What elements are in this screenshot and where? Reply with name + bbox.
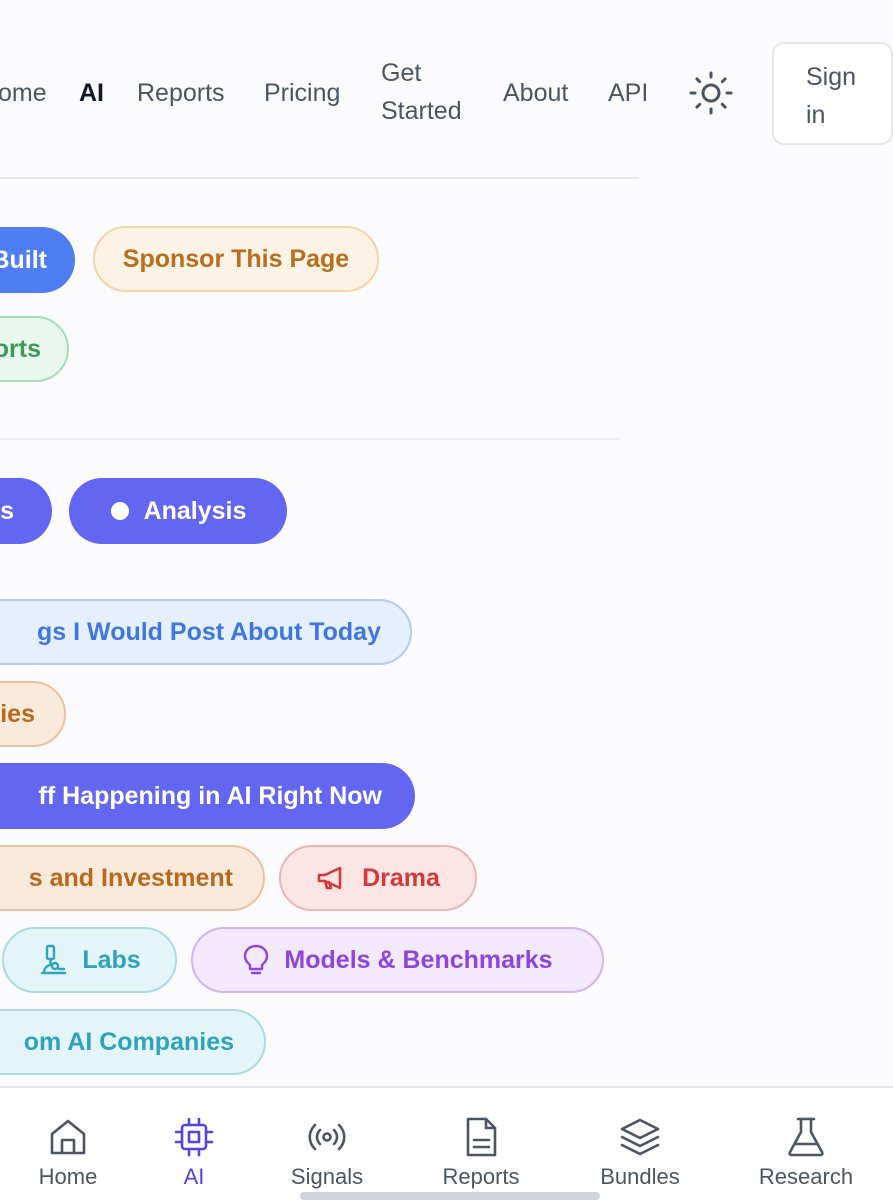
page: ome AI Reports Pricing Get Started About… xyxy=(0,0,893,1200)
topic-pill-ai-companies-label: om AI Companies xyxy=(23,1027,234,1056)
topic-pill-post-about[interactable]: gs I Would Post About Today xyxy=(0,599,412,665)
reports-pill[interactable]: orts xyxy=(0,316,69,382)
section-divider xyxy=(0,438,620,440)
tab-research-label: Research xyxy=(758,1164,854,1189)
sponsor-page-button[interactable]: Sponsor This Page xyxy=(93,226,379,292)
home-icon xyxy=(50,1119,86,1155)
signin-line2: in xyxy=(806,101,826,129)
filter-pill-analysis-label: Analysis xyxy=(143,496,247,525)
filter-pill-analysis[interactable]: Analysis xyxy=(69,478,287,544)
built-pill[interactable]: Built xyxy=(0,227,75,293)
topic-pill-investment[interactable]: s and Investment xyxy=(0,845,265,911)
tab-research[interactable]: Research xyxy=(741,1116,871,1190)
nav-api[interactable]: API xyxy=(608,74,648,112)
document-icon xyxy=(466,1117,497,1157)
signin-line1: Sign xyxy=(806,63,857,91)
megaphone-icon xyxy=(317,866,342,890)
nav-divider xyxy=(0,177,639,179)
topic-pill-models[interactable]: Models & Benchmarks xyxy=(191,927,604,993)
topic-pill-happening-label: ff Happening in AI Right Now xyxy=(38,781,382,810)
topic-pill-labs[interactable]: Labs xyxy=(2,927,177,993)
tab-home-label: Home xyxy=(38,1164,98,1189)
nav-home[interactable]: ome xyxy=(0,74,47,112)
filter-pill-partial-label: es xyxy=(0,496,14,525)
tab-signals[interactable]: Signals xyxy=(262,1116,392,1190)
topic-pill-happening[interactable]: ff Happening in AI Right Now xyxy=(0,763,415,829)
topic-pill-investment-label: s and Investment xyxy=(28,863,233,892)
topic-pill-models-label: Models & Benchmarks xyxy=(284,945,553,974)
tab-reports-label: Reports xyxy=(442,1164,520,1189)
home-indicator xyxy=(300,1192,600,1200)
lightbulb-icon xyxy=(244,944,269,975)
built-pill-label: Built xyxy=(0,245,47,274)
nav-get-started-line1: Get xyxy=(381,59,422,87)
topic-pill-drama-label: Drama xyxy=(362,863,440,892)
nav-pricing[interactable]: Pricing xyxy=(264,74,340,112)
topic-pill-post-about-label: gs I Would Post About Today xyxy=(37,617,381,646)
tab-bundles[interactable]: Bundles xyxy=(575,1116,705,1190)
tab-signals-label: Signals xyxy=(290,1164,364,1189)
tab-home[interactable]: Home xyxy=(3,1116,133,1190)
tab-ai-label: AI xyxy=(183,1164,205,1189)
microscope-icon xyxy=(41,944,67,975)
cpu-icon xyxy=(174,1117,214,1157)
sponsor-page-label: Sponsor This Page xyxy=(122,244,350,273)
nav-get-started-line2: Started xyxy=(381,97,462,125)
filter-pill-partial[interactable]: es xyxy=(0,478,52,544)
topic-pill-stories[interactable]: ies xyxy=(0,681,66,747)
signin-button[interactable]: Sign in xyxy=(772,42,893,145)
nav-get-started[interactable]: Get Started xyxy=(381,54,462,130)
reports-pill-label: orts xyxy=(0,334,41,363)
topic-pill-stories-label: ies xyxy=(0,699,35,728)
nav-about[interactable]: About xyxy=(503,74,568,112)
layers-icon xyxy=(620,1118,660,1156)
sun-icon[interactable] xyxy=(688,70,734,116)
tab-reports[interactable]: Reports xyxy=(416,1116,546,1190)
topic-pill-drama[interactable]: Drama xyxy=(279,845,477,911)
nav-ai[interactable]: AI xyxy=(79,74,104,112)
nav-reports[interactable]: Reports xyxy=(137,74,225,112)
topic-pill-ai-companies[interactable]: om AI Companies xyxy=(0,1009,266,1075)
broadcast-icon xyxy=(308,1123,346,1151)
tab-bundles-label: Bundles xyxy=(600,1164,680,1189)
tab-ai[interactable]: AI xyxy=(129,1116,259,1190)
flask-icon xyxy=(788,1117,824,1157)
dot-icon xyxy=(110,502,129,520)
bottom-tab-bar: Home AI Signals Reports Bundles Research xyxy=(0,1086,893,1200)
topic-pill-labs-label: Labs xyxy=(82,945,141,974)
